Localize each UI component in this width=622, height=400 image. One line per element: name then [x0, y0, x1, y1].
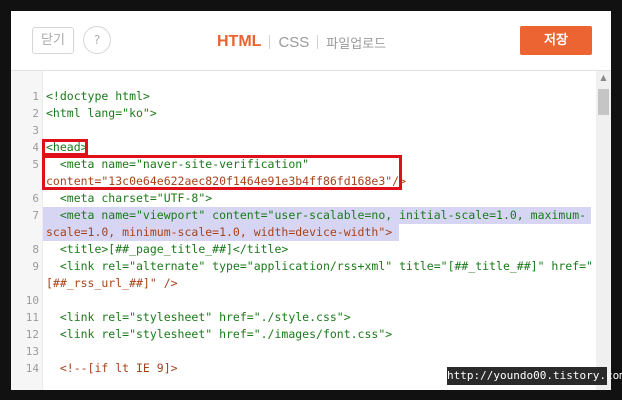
code-editor[interactable]: 1 2 3 4 5 6 7 8 9 10 11 12 13 14 <!docty…: [11, 71, 611, 390]
editor-tabs: HTML CSS 파일업로드: [217, 31, 386, 53]
code-line: <link rel="alternate" type="application/…: [46, 259, 593, 273]
line-number: 1: [32, 90, 39, 103]
code-line: <html lang="ko">: [46, 106, 157, 120]
help-button[interactable]: ?: [83, 26, 111, 54]
code-line: <link rel="stylesheet" href="./style.css…: [46, 310, 351, 324]
tab-css[interactable]: CSS: [278, 34, 309, 51]
line-number: 14: [25, 362, 39, 375]
tab-divider: [317, 35, 319, 49]
line-number: 8: [32, 243, 39, 256]
code-line: <meta name="viewport" content="user-scal…: [46, 208, 587, 222]
code-content[interactable]: 1 2 3 4 5 6 7 8 9 10 11 12 13 14 <!docty…: [11, 71, 595, 390]
line-number: 6: [32, 192, 39, 205]
line-number: 13: [25, 345, 39, 358]
line-number: 12: [25, 328, 39, 341]
editor-toolbar: 닫기 ? HTML CSS 파일업로드 저장: [11, 11, 611, 71]
scroll-thumb[interactable]: [598, 89, 609, 115]
line-number: 9: [32, 260, 39, 273]
skin-editor-window: 닫기 ? HTML CSS 파일업로드 저장 1 2 3 4 5 6 7 8 9…: [11, 11, 611, 390]
tab-file-upload[interactable]: 파일업로드: [326, 33, 386, 52]
tab-divider: [269, 35, 271, 49]
line-number: 11: [25, 311, 39, 324]
line-number: 10: [25, 294, 39, 307]
code-line: [##_rss_url_##]" />: [46, 276, 178, 290]
tab-html[interactable]: HTML: [217, 33, 261, 51]
line-number: 2: [32, 107, 39, 120]
vertical-scrollbar[interactable]: ▲: [596, 71, 611, 390]
code-line: <title>[##_page_title_##]</title>: [46, 242, 289, 256]
line-number: 5: [32, 158, 39, 171]
code-line: <link rel="stylesheet" href="./images/fo…: [46, 327, 393, 341]
code-line: <meta charset="UTF-8">: [46, 191, 213, 205]
save-button[interactable]: 저장: [520, 26, 592, 55]
line-number: 3: [32, 124, 39, 137]
watermark: http://youndo00.tistory.com: [447, 367, 622, 385]
line-number: 7: [32, 209, 39, 222]
scroll-up-arrow-icon[interactable]: ▲: [596, 71, 611, 85]
code-line: <!doctype html>: [46, 89, 150, 103]
code-line: <!--[if lt IE 9]>: [46, 361, 178, 375]
close-button[interactable]: 닫기: [32, 27, 74, 54]
line-number: 4: [32, 141, 39, 154]
code-line: scale=1.0, minimum-scale=1.0, width=devi…: [46, 225, 393, 239]
annotation-box-head: [42, 139, 88, 156]
annotation-box-meta: [42, 155, 402, 190]
